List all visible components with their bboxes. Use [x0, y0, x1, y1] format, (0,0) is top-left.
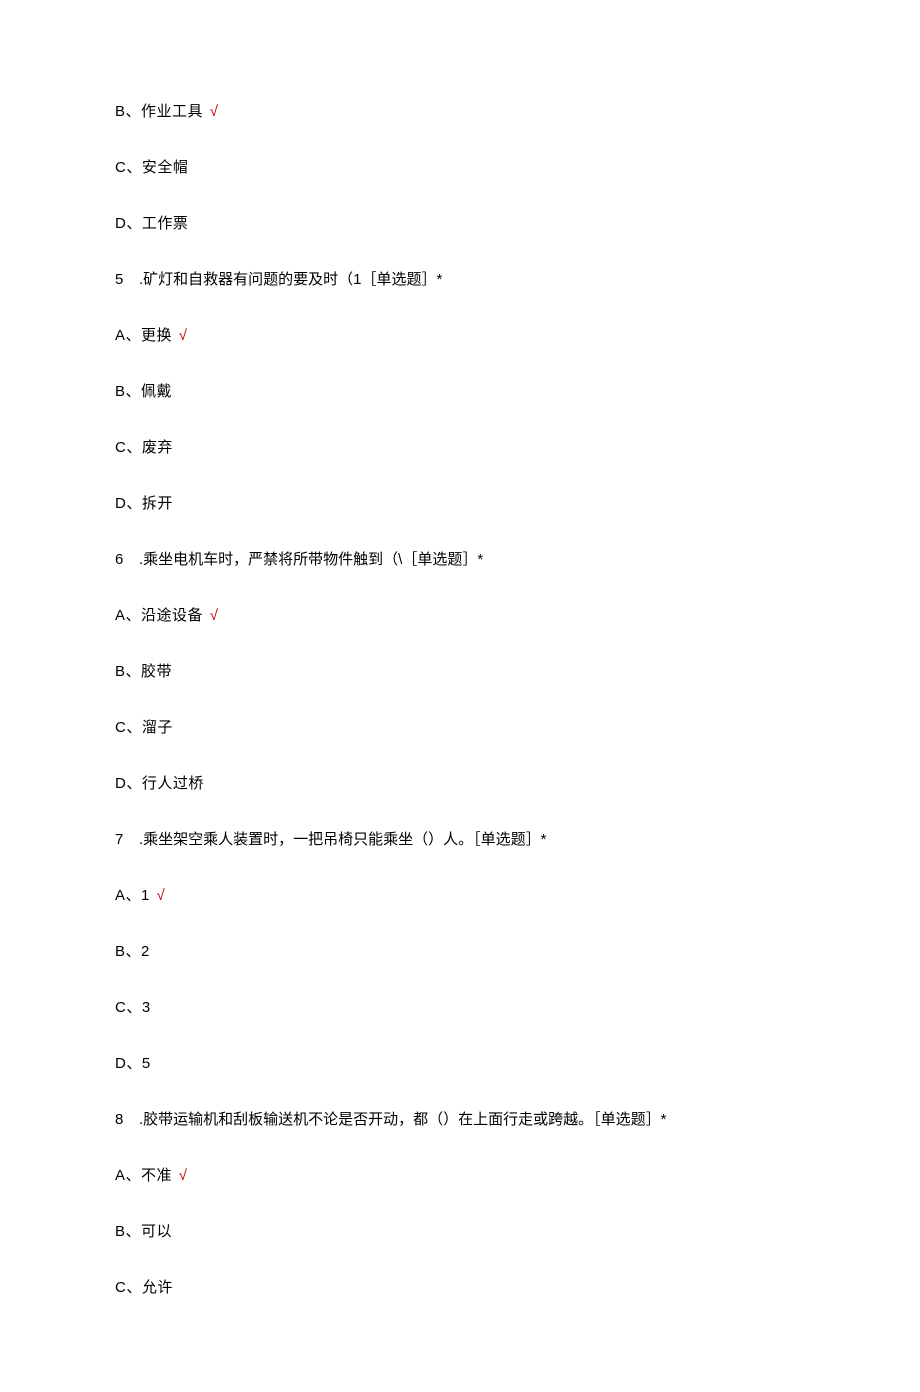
check-icon: √	[174, 327, 187, 344]
option-text: 废弃	[142, 439, 173, 456]
option-line: B、2	[115, 940, 805, 964]
check-icon: √	[152, 887, 165, 904]
option-line: A、沿途设备 √	[115, 604, 805, 628]
check-icon: √	[205, 103, 218, 120]
option-text: 3	[142, 999, 151, 1016]
option-text: 拆开	[142, 495, 173, 512]
question-text: .矿灯和自救器有问题的要及时（1［单选题］*	[139, 268, 805, 292]
option-text: 胶带	[141, 663, 172, 680]
option-label: A、	[115, 1167, 141, 1184]
option-line: D、5	[115, 1052, 805, 1076]
option-text: 允许	[142, 1279, 173, 1296]
option-label: B、	[115, 943, 141, 960]
option-label: A、	[115, 327, 141, 344]
option-line: B、作业工具 √	[115, 100, 805, 124]
option-text: 作业工具	[141, 103, 203, 120]
option-line: C、废弃	[115, 436, 805, 460]
option-label: C、	[115, 159, 142, 176]
option-label: B、	[115, 663, 141, 680]
option-line: C、溜子	[115, 716, 805, 740]
option-label: C、	[115, 719, 142, 736]
option-label: D、	[115, 215, 142, 232]
option-text: 5	[142, 1055, 151, 1072]
option-label: D、	[115, 1055, 142, 1072]
option-label: B、	[115, 103, 141, 120]
option-label: A、	[115, 607, 141, 624]
option-line: A、更换 √	[115, 324, 805, 348]
option-label: C、	[115, 439, 142, 456]
option-text: 工作票	[142, 215, 189, 232]
question-line: 7.乘坐架空乘人装置时，一把吊椅只能乘坐（）人。［单选题］*	[115, 828, 805, 852]
option-text: 行人过桥	[142, 775, 204, 792]
option-line: B、可以	[115, 1220, 805, 1244]
option-label: C、	[115, 999, 142, 1016]
question-line: 8.胶带运输机和刮板输送机不论是否开动，都（）在上面行走或跨越。［单选题］*	[115, 1108, 805, 1132]
check-icon: √	[174, 1167, 187, 1184]
option-text: 1	[141, 887, 150, 904]
option-text: 更换	[141, 327, 172, 344]
option-line: D、行人过桥	[115, 772, 805, 796]
check-icon: √	[205, 607, 218, 624]
option-text: 可以	[141, 1223, 172, 1240]
question-number: 8	[115, 1108, 139, 1132]
question-line: 6.乘坐电机车时，严禁将所带物件触到（\［单选题］*	[115, 548, 805, 572]
document-content: B、作业工具 √C、安全帽D、工作票5.矿灯和自救器有问题的要及时（1［单选题］…	[115, 100, 805, 1300]
option-line: A、不准 √	[115, 1164, 805, 1188]
question-text: .乘坐电机车时，严禁将所带物件触到（\［单选题］*	[139, 548, 805, 572]
question-number: 5	[115, 268, 139, 292]
option-text: 安全帽	[142, 159, 189, 176]
option-label: C、	[115, 1279, 142, 1296]
option-text: 佩戴	[141, 383, 172, 400]
question-text: .乘坐架空乘人装置时，一把吊椅只能乘坐（）人。［单选题］*	[139, 828, 805, 852]
option-label: B、	[115, 1223, 141, 1240]
question-number: 6	[115, 548, 139, 572]
question-text: .胶带运输机和刮板输送机不论是否开动，都（）在上面行走或跨越。［单选题］*	[139, 1108, 805, 1132]
option-line: C、安全帽	[115, 156, 805, 180]
question-number: 7	[115, 828, 139, 852]
option-label: B、	[115, 383, 141, 400]
option-line: D、工作票	[115, 212, 805, 236]
option-line: C、3	[115, 996, 805, 1020]
option-text: 不准	[141, 1167, 172, 1184]
option-text: 2	[141, 943, 150, 960]
option-line: B、胶带	[115, 660, 805, 684]
option-line: B、佩戴	[115, 380, 805, 404]
option-line: D、拆开	[115, 492, 805, 516]
option-label: D、	[115, 495, 142, 512]
question-line: 5.矿灯和自救器有问题的要及时（1［单选题］*	[115, 268, 805, 292]
option-label: D、	[115, 775, 142, 792]
option-text: 沿途设备	[141, 607, 203, 624]
option-line: A、1 √	[115, 884, 805, 908]
option-text: 溜子	[142, 719, 173, 736]
option-line: C、允许	[115, 1276, 805, 1300]
option-label: A、	[115, 887, 141, 904]
